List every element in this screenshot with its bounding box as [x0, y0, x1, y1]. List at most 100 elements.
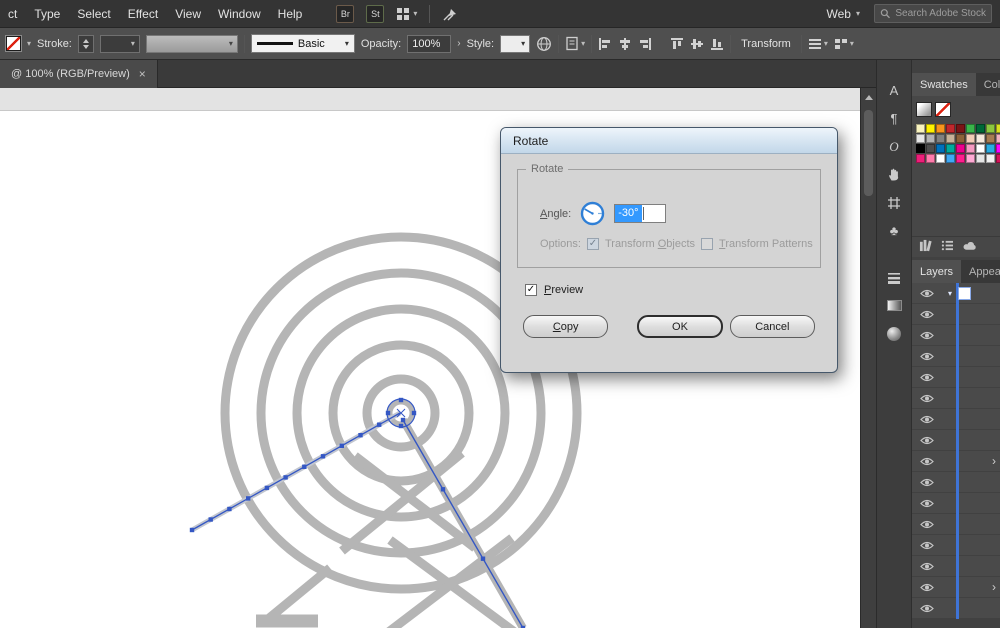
workspace-switcher[interactable]: Web ▾ [827, 7, 860, 21]
swatch-libraries-icon[interactable] [919, 239, 932, 255]
swatch[interactable] [986, 154, 995, 163]
gradient-panel-icon[interactable] [883, 297, 905, 314]
stroke-panel-icon[interactable] [883, 269, 905, 286]
menu-item-effect[interactable]: Effect [128, 7, 158, 21]
swatch[interactable] [946, 154, 955, 163]
swatch[interactable] [936, 154, 945, 163]
swatch[interactable] [956, 124, 965, 133]
swatch[interactable] [966, 134, 975, 143]
swatch[interactable] [966, 154, 975, 163]
swatch[interactable] [956, 144, 965, 153]
stroke-color-swatch[interactable] [6, 36, 21, 51]
visibility-eye-icon[interactable] [920, 331, 934, 340]
tab-swatches[interactable]: Swatches [912, 73, 976, 96]
swatch[interactable] [946, 134, 955, 143]
align-top-icon[interactable] [670, 37, 684, 51]
visibility-eye-icon[interactable] [920, 520, 934, 529]
anchor-point[interactable] [386, 411, 390, 415]
tab-color[interactable]: Color [976, 73, 1000, 96]
transform-patterns-checkbox[interactable] [701, 238, 713, 250]
anchor-point[interactable] [441, 487, 445, 491]
anchor-point[interactable] [412, 411, 416, 415]
swatch[interactable] [976, 154, 985, 163]
symbols-panel-icon[interactable]: ♣ [883, 222, 905, 239]
menu-item-window[interactable]: Window [218, 7, 261, 21]
anchor-point[interactable] [340, 444, 344, 448]
swatch[interactable] [936, 144, 945, 153]
opacity-panel-arrow-icon[interactable]: › [457, 38, 460, 49]
visibility-eye-icon[interactable] [920, 436, 934, 445]
swatch-gradient[interactable] [916, 102, 932, 117]
paragraph-panel-icon[interactable]: ¶ [883, 110, 905, 127]
align-right-icon[interactable] [638, 37, 652, 51]
swatch-none[interactable] [935, 102, 951, 117]
swatch[interactable] [966, 124, 975, 133]
tab-appearance[interactable]: Appearance [961, 260, 1000, 283]
swatch[interactable] [986, 144, 995, 153]
swatch[interactable] [936, 134, 945, 143]
anchor-point[interactable] [399, 398, 403, 402]
hand-panel-icon[interactable] [883, 166, 905, 183]
swatch[interactable] [986, 134, 995, 143]
angle-input[interactable]: -30° [614, 204, 666, 223]
swatch[interactable] [946, 124, 955, 133]
align-center-icon[interactable] [618, 37, 632, 51]
gpu-launch-icon[interactable] [442, 7, 459, 21]
bridge-icon[interactable]: Br [336, 5, 354, 23]
rotate-dialog[interactable]: Rotate Rotate Angle: -30° Options: ✓ [500, 127, 838, 373]
swatch[interactable] [976, 124, 985, 133]
scroll-up-icon[interactable] [865, 95, 873, 100]
menu-item-type[interactable]: Type [34, 7, 60, 21]
stroke-weight-stepper[interactable] [78, 35, 94, 53]
visibility-eye-icon[interactable] [920, 457, 934, 466]
anchor-point[interactable] [246, 496, 250, 500]
visibility-eye-icon[interactable] [920, 310, 934, 319]
swatch[interactable] [966, 144, 975, 153]
stock-search-input[interactable]: Search Adobe Stock [874, 4, 992, 23]
swatch[interactable] [996, 154, 1000, 163]
arrange-documents-icon[interactable]: ▾ [396, 7, 417, 21]
close-tab-icon[interactable]: × [139, 67, 146, 81]
align-middle-icon[interactable] [690, 37, 704, 51]
document-setup-icon[interactable]: ▾ [565, 36, 585, 51]
layer-expand-icon[interactable]: ▾ [948, 289, 952, 298]
character-panel-icon[interactable]: A [883, 82, 905, 99]
visibility-eye-icon[interactable] [920, 373, 934, 382]
visibility-eye-icon[interactable] [920, 499, 934, 508]
swatch[interactable] [976, 134, 985, 143]
dialog-titlebar[interactable]: Rotate [501, 128, 837, 154]
stock-icon[interactable]: St [366, 5, 384, 23]
align-bottom-icon[interactable] [710, 37, 724, 51]
transform-button[interactable]: Transform [737, 38, 795, 50]
visibility-eye-icon[interactable] [920, 562, 934, 571]
anchor-point[interactable] [190, 528, 194, 532]
visibility-eye-icon[interactable] [920, 604, 934, 613]
swatch[interactable] [926, 154, 935, 163]
copy-button[interactable]: Copy [523, 315, 608, 338]
opacity-input[interactable]: 100% [407, 35, 451, 53]
layer-target-chevron-icon[interactable]: › [992, 454, 996, 468]
anchor-point[interactable] [209, 517, 213, 521]
menu-item-select[interactable]: Select [77, 7, 110, 21]
anchor-handles[interactable] [190, 398, 525, 628]
swatch[interactable] [926, 134, 935, 143]
preview-checkbox[interactable]: ✓ [525, 284, 537, 296]
swatch[interactable] [926, 144, 935, 153]
swatch[interactable] [976, 144, 985, 153]
cloud-icon[interactable] [963, 240, 978, 254]
layer-thumbnail[interactable] [958, 287, 971, 300]
swatch[interactable] [956, 134, 965, 143]
visibility-eye-icon[interactable] [920, 583, 934, 592]
swatch[interactable] [946, 144, 955, 153]
vertical-scrollbar[interactable] [860, 88, 876, 628]
swatch[interactable] [926, 124, 935, 133]
visibility-eye-icon[interactable] [920, 394, 934, 403]
swatch[interactable] [916, 134, 925, 143]
swatch[interactable] [916, 144, 925, 153]
anchor-point[interactable] [399, 424, 403, 428]
anchor-point[interactable] [377, 423, 381, 427]
anchor-point[interactable] [321, 454, 325, 458]
swatch[interactable] [996, 124, 1000, 133]
visibility-eye-icon[interactable] [920, 478, 934, 487]
style-dropdown[interactable]: ▾ [500, 35, 530, 53]
